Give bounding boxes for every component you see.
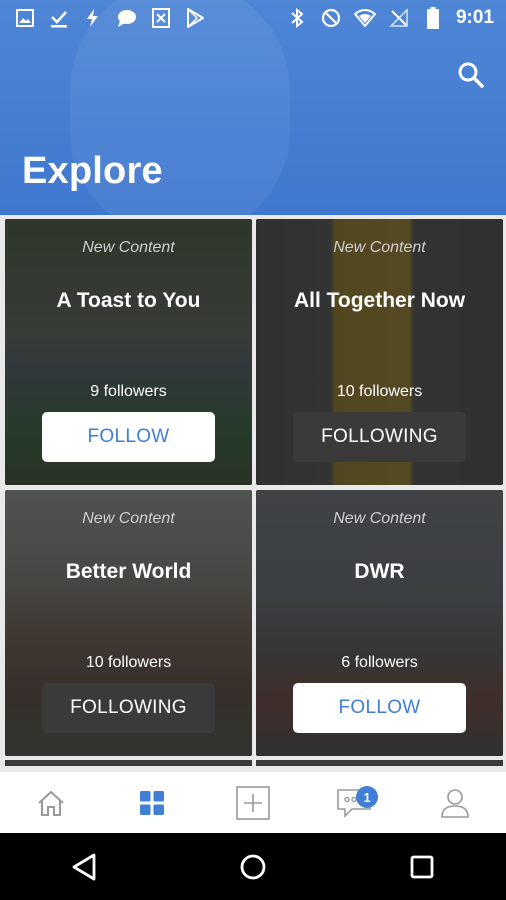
- image-icon: [14, 7, 36, 29]
- following-button[interactable]: FOLLOWING: [293, 412, 466, 462]
- search-button[interactable]: [456, 60, 486, 90]
- page-title: Explore: [22, 150, 163, 192]
- card-followers: 9 followers: [90, 383, 167, 400]
- status-time: 9:01: [455, 7, 494, 28]
- card-title: All Together Now: [293, 289, 466, 312]
- card-title: A Toast to You: [56, 289, 201, 312]
- battery-icon: [422, 7, 444, 29]
- card-followers: 10 followers: [85, 654, 172, 671]
- profile-icon: [441, 788, 470, 818]
- follow-button[interactable]: FOLLOW: [42, 412, 215, 462]
- play-store-icon: [184, 7, 206, 29]
- home-button[interactable]: [223, 837, 283, 897]
- chat-bubble-icon: [116, 7, 138, 29]
- bottom-navigation: 1: [0, 772, 506, 833]
- app-header: 9:01 Explore: [0, 0, 506, 215]
- home-icon: [37, 790, 64, 816]
- add-post-icon: [236, 785, 270, 820]
- next-card-peek: [256, 760, 503, 766]
- group-card[interactable]: New Content DWR 6 followers FOLLOW: [256, 490, 503, 756]
- nav-profile[interactable]: [425, 772, 485, 833]
- group-card[interactable]: New Content Better World 10 followers FO…: [5, 490, 252, 756]
- card-tag: New Content: [333, 239, 426, 256]
- card-title: DWR: [354, 560, 405, 583]
- do-not-disturb-icon: [320, 7, 342, 29]
- nav-home[interactable]: [21, 772, 81, 833]
- group-card[interactable]: New Content A Toast to You 9 followers F…: [5, 219, 252, 485]
- search-icon: [458, 62, 484, 88]
- card-followers: 6 followers: [341, 654, 418, 671]
- back-button[interactable]: [54, 837, 114, 897]
- follow-button[interactable]: FOLLOW: [293, 683, 466, 733]
- spreadsheet-icon: [150, 7, 172, 29]
- download-done-icon: [48, 7, 70, 29]
- following-button[interactable]: FOLLOWING: [42, 683, 215, 733]
- explore-grid: New Content A Toast to You 9 followers F…: [0, 216, 506, 764]
- nav-explore[interactable]: [122, 772, 182, 833]
- card-followers: 10 followers: [336, 383, 423, 400]
- explore-grid-icon: [139, 790, 164, 815]
- status-bar: 9:01: [0, 0, 506, 36]
- card-title: Better World: [65, 560, 192, 583]
- nav-add-post[interactable]: [223, 772, 283, 833]
- messages-badge: 1: [356, 786, 379, 808]
- bluetooth-icon: [286, 7, 308, 29]
- home-circle-icon: [240, 854, 266, 879]
- system-navigation-bar: [0, 833, 506, 900]
- nav-messages[interactable]: 1: [324, 772, 384, 833]
- recents-icon: [410, 855, 434, 878]
- card-tag: New Content: [333, 510, 426, 527]
- no-signal-icon: [388, 7, 410, 29]
- flash-icon: [82, 7, 104, 29]
- recents-button[interactable]: [392, 837, 452, 897]
- card-tag: New Content: [82, 239, 175, 256]
- wifi-icon: [353, 7, 376, 29]
- group-card[interactable]: New Content All Together Now 10 follower…: [256, 219, 503, 485]
- back-icon: [72, 853, 96, 880]
- next-card-peek: [5, 760, 252, 766]
- card-tag: New Content: [82, 510, 175, 527]
